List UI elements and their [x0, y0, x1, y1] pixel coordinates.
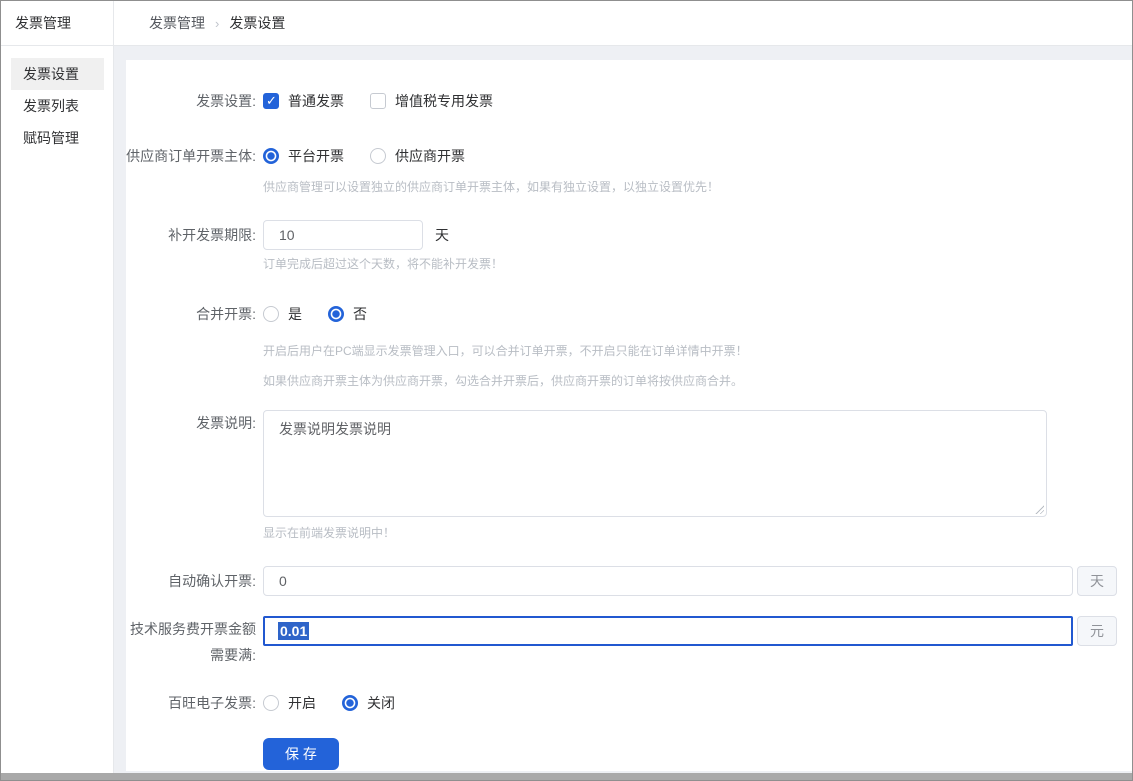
checkbox-unchecked-icon [370, 93, 386, 109]
horizontal-scrollbar[interactable] [1, 773, 1132, 780]
field-label: 合并开票: [126, 301, 256, 327]
sidebar-menu: 发票设置 发票列表 赋码管理 [1, 46, 113, 154]
sidebar-title: 发票管理 [1, 1, 113, 46]
radio-unselected-icon [263, 695, 279, 711]
form-row-tech-fee: 技术服务费开票金额需要满: 0.01 元 [126, 616, 1132, 668]
invoice-note-control: 发票说明发票说明 [263, 410, 1132, 517]
helper-text: 订单完成后超过这个天数，将不能补开发票！ [263, 256, 1132, 273]
tech-fee-control: 0.01 元 [263, 616, 1132, 646]
helper-text: 如果供应商开票主体为供应商开票，勾选合并开票后，供应商开票的订单将按供应商合并。 [263, 373, 1132, 390]
unit-addon: 天 [1077, 566, 1117, 596]
form-row-reissue-period: 补开发票期限: 天 [126, 220, 1132, 250]
field-label: 自动确认开票: [126, 568, 256, 594]
breadcrumb-current: 发票设置 [229, 13, 285, 33]
radio-baiwang-on[interactable]: 开启 [263, 693, 316, 713]
radio-label: 是 [288, 304, 302, 324]
radio-label: 否 [353, 304, 367, 324]
form-row-invoice-note: 发票说明: 发票说明发票说明 [126, 410, 1132, 517]
form-row-merge-invoice: 合并开票: 是 否 [126, 301, 1132, 327]
sidebar-item-label: 发票列表 [23, 98, 79, 114]
selected-input-text: 0.01 [278, 622, 309, 640]
checkbox-label: 普通发票 [288, 91, 344, 111]
sidebar-item-code-management[interactable]: 赋码管理 [11, 122, 104, 154]
radio-selected-icon [328, 306, 344, 322]
invoice-note-textarea[interactable]: 发票说明发票说明 [263, 410, 1047, 517]
checkbox-checked-icon [263, 93, 279, 109]
radio-merge-no[interactable]: 否 [328, 304, 367, 324]
radio-unselected-icon [370, 148, 386, 164]
reissue-period-input[interactable] [263, 220, 423, 250]
radio-label: 开启 [288, 693, 316, 713]
content-area: 发票设置: 普通发票 增值税专用发票 供应商订单开票主体: [114, 46, 1132, 780]
checkbox-label: 增值税专用发票 [395, 91, 493, 111]
chevron-right-icon: › [215, 16, 219, 31]
invoice-type-options: 普通发票 增值税专用发票 [263, 91, 1132, 111]
field-label: 技术服务费开票金额需要满: [126, 616, 256, 668]
field-label: 供应商订单开票主体: [126, 143, 256, 169]
field-label: 百旺电子发票: [126, 690, 256, 716]
radio-selected-icon [263, 148, 279, 164]
sidebar-item-invoice-settings[interactable]: 发票设置 [11, 58, 104, 90]
field-label: 发票设置: [126, 88, 256, 114]
form-row-invoice-type: 发票设置: 普通发票 增值税专用发票 [126, 88, 1132, 114]
unit-addon: 元 [1077, 616, 1117, 646]
app-window: 发票管理 发票设置 发票列表 赋码管理 发票管理 › 发票设置 发票设置: [0, 0, 1133, 781]
form-row-supplier-subject: 供应商订单开票主体: 平台开票 供应商开票 [126, 143, 1132, 169]
sidebar-item-invoice-list[interactable]: 发票列表 [11, 90, 104, 122]
helper-text: 供应商管理可以设置独立的供应商订单开票主体，如果有独立设置，以独立设置优先！ [263, 179, 1132, 196]
settings-card: 发票设置: 普通发票 增值税专用发票 供应商订单开票主体: [126, 60, 1132, 771]
save-row: 保 存 [263, 738, 1132, 770]
tech-fee-input[interactable]: 0.01 [263, 616, 1073, 646]
sidebar-item-label: 赋码管理 [23, 130, 79, 146]
radio-label: 供应商开票 [395, 146, 465, 166]
save-button[interactable]: 保 存 [263, 738, 339, 770]
breadcrumb-parent[interactable]: 发票管理 [149, 13, 205, 33]
form-row-auto-confirm: 自动确认开票: 天 [126, 566, 1132, 596]
sidebar-item-label: 发票设置 [23, 66, 79, 82]
radio-label: 平台开票 [288, 146, 344, 166]
unit-label: 天 [435, 225, 449, 245]
breadcrumb: 发票管理 › 发票设置 [114, 1, 1132, 46]
auto-confirm-control: 天 [263, 566, 1132, 596]
radio-platform-invoicing[interactable]: 平台开票 [263, 146, 344, 166]
radio-unselected-icon [263, 306, 279, 322]
baiwang-options: 开启 关闭 [263, 693, 1132, 713]
reissue-period-control: 天 [263, 220, 1132, 250]
sidebar: 发票管理 发票设置 发票列表 赋码管理 [1, 1, 114, 780]
radio-baiwang-off[interactable]: 关闭 [342, 693, 395, 713]
checkbox-vat-special-invoice[interactable]: 增值税专用发票 [370, 91, 493, 111]
field-label: 发票说明: [126, 410, 256, 436]
merge-invoice-options: 是 否 [263, 304, 1132, 324]
radio-selected-icon [342, 695, 358, 711]
supplier-subject-options: 平台开票 供应商开票 [263, 146, 1132, 166]
helper-text: 显示在前端发票说明中！ [263, 525, 1132, 542]
helper-text: 开启后用户在PC端显示发票管理入口，可以合并订单开票，不开启只能在订单详情中开票… [263, 343, 1132, 360]
field-label: 补开发票期限: [126, 222, 256, 248]
auto-confirm-input[interactable] [263, 566, 1073, 596]
radio-label: 关闭 [367, 693, 395, 713]
radio-merge-yes[interactable]: 是 [263, 304, 302, 324]
checkbox-ordinary-invoice[interactable]: 普通发票 [263, 91, 344, 111]
form-row-baiwang: 百旺电子发票: 开启 关闭 [126, 690, 1132, 716]
radio-supplier-invoicing[interactable]: 供应商开票 [370, 146, 465, 166]
